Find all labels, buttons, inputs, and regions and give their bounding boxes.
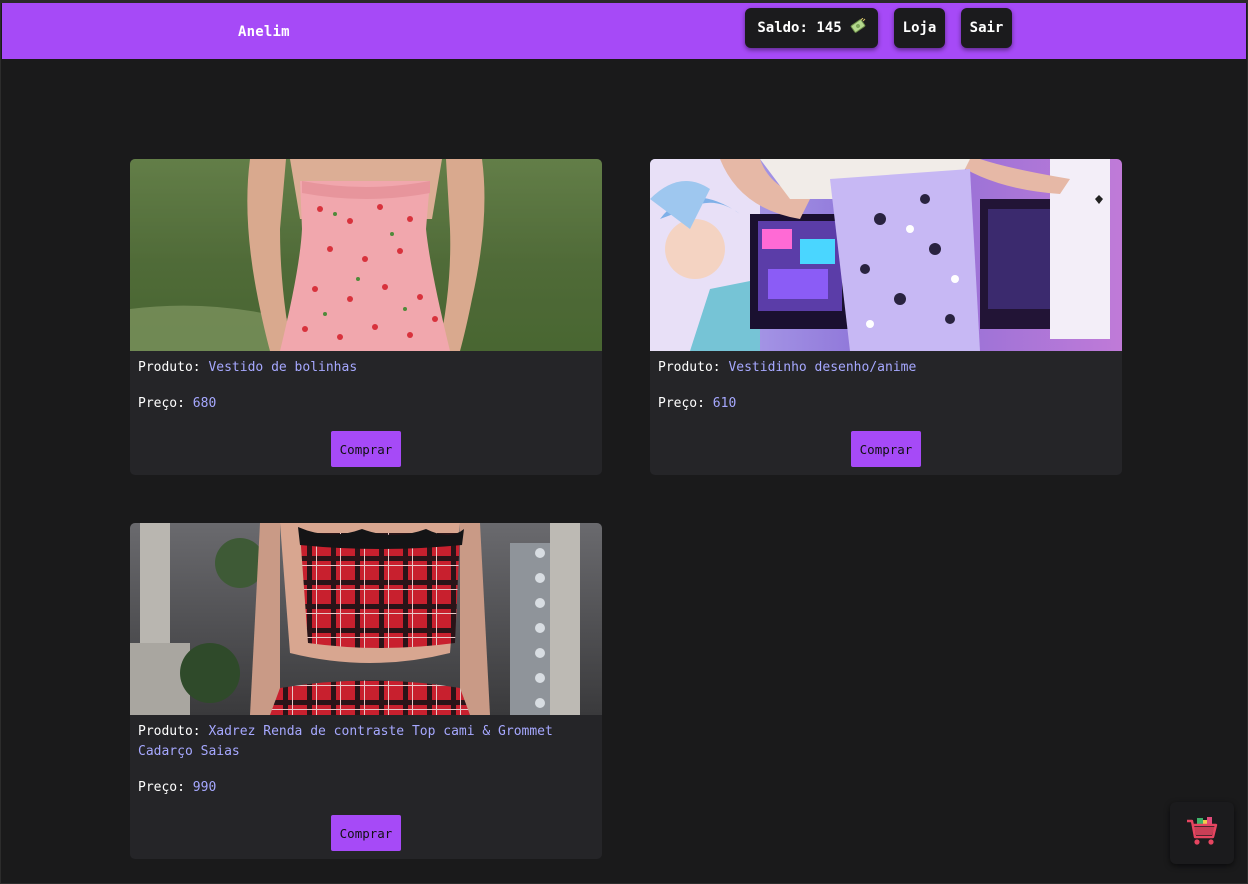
- product-image[interactable]: [130, 523, 602, 715]
- product-price: 990: [192, 780, 217, 795]
- brand-name: Anelim: [238, 24, 290, 40]
- buy-button[interactable]: Comprar: [331, 431, 401, 467]
- product-price-row: Preço: 680: [138, 394, 594, 414]
- cart-button[interactable]: [1170, 802, 1234, 864]
- product-name-row: Produto: Vestido de bolinhas: [138, 358, 594, 378]
- product-name: Vestidinho desenho/anime: [728, 360, 917, 375]
- buy-button[interactable]: Comprar: [851, 431, 921, 467]
- balance-badge[interactable]: Saldo: 145: [745, 8, 878, 48]
- product-name: Xadrez Renda de contraste Top cami & Gro…: [138, 724, 553, 759]
- shop-button[interactable]: Loja: [894, 8, 945, 48]
- shopping-cart-icon: [1185, 815, 1219, 851]
- product-label: Produto:: [658, 360, 721, 375]
- product-name: Vestido de bolinhas: [208, 360, 358, 375]
- price-label: Preço:: [138, 780, 185, 795]
- money-icon: [850, 17, 866, 38]
- product-label: Produto:: [138, 724, 201, 739]
- product-name-row: Produto: Vestidinho desenho/anime: [658, 358, 1114, 378]
- balance-label: Saldo: 145: [757, 20, 842, 36]
- price-label: Preço:: [138, 396, 185, 411]
- product-card: Produto: Vestidinho desenho/anime Preço:…: [650, 159, 1122, 475]
- product-price-row: Preço: 610: [658, 394, 1114, 414]
- product-name-row: Produto: Xadrez Renda de contraste Top c…: [138, 722, 594, 762]
- product-label: Produto:: [138, 360, 201, 375]
- product-price-row: Preço: 990: [138, 778, 594, 798]
- top-navbar: Anelim: [2, 3, 1246, 59]
- product-image[interactable]: [650, 159, 1122, 351]
- logout-button[interactable]: Sair: [961, 8, 1012, 48]
- buy-button[interactable]: Comprar: [331, 815, 401, 851]
- product-price: 680: [192, 396, 217, 411]
- product-card: Produto: Xadrez Renda de contraste Top c…: [130, 523, 602, 859]
- product-price: 610: [712, 396, 737, 411]
- product-image[interactable]: [130, 159, 602, 351]
- product-card: Produto: Vestido de bolinhas Preço: 680 …: [130, 159, 602, 475]
- price-label: Preço:: [658, 396, 705, 411]
